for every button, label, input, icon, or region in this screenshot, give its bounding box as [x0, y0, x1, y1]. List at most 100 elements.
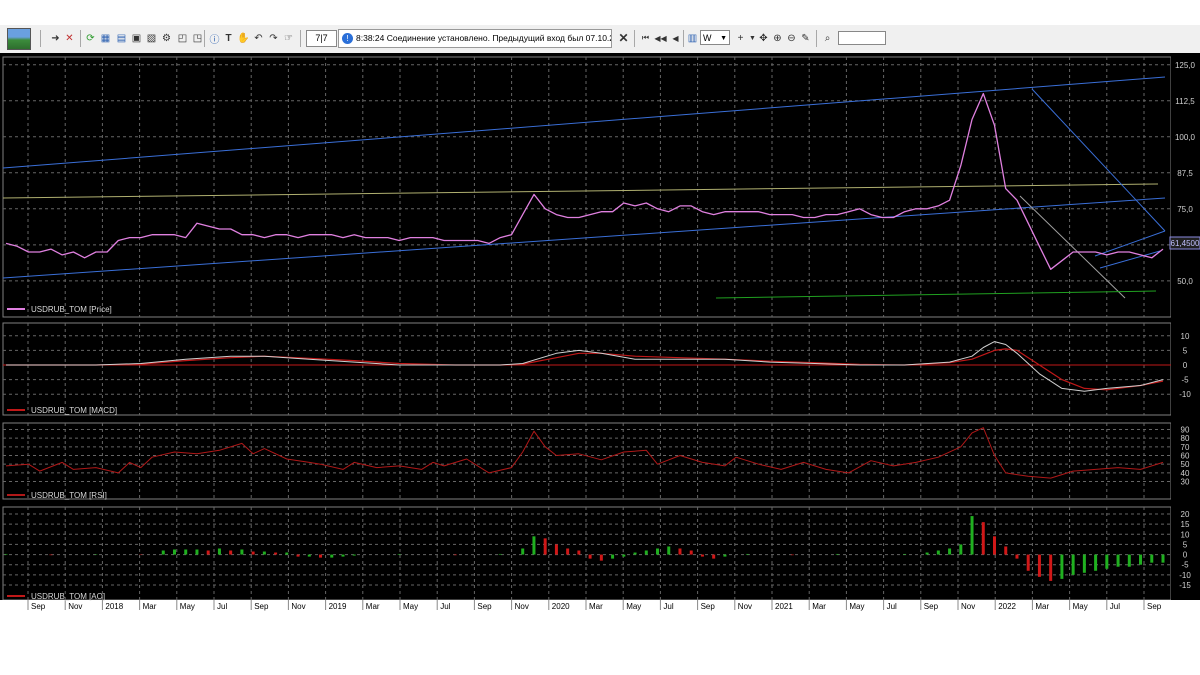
chart-window-icon[interactable]: ▤: [115, 31, 128, 45]
y-tick-label: 5: [1183, 346, 1188, 355]
rsi-legend: USDRUB_TOM [RSI]: [31, 491, 107, 500]
info-icon[interactable]: ⓘ: [208, 31, 221, 46]
upper-channel-line[interactable]: [2, 76, 1166, 169]
time-label: Nov: [738, 602, 752, 611]
export-icon[interactable]: ▧: [145, 31, 158, 45]
timeframe-select[interactable]: W ▼: [700, 30, 730, 45]
y-tick-label: 60: [1181, 452, 1190, 461]
alerts-icon[interactable]: ◰: [176, 31, 189, 45]
close-x-icon[interactable]: ✕: [617, 31, 630, 45]
rsi-pane-frame: [2, 422, 1172, 500]
arrow-icon[interactable]: ➜: [49, 31, 62, 45]
rsi-line[interactable]: [5, 427, 1164, 479]
pencil-icon[interactable]: ✎: [799, 31, 812, 45]
y-tick-label: 87,5: [1177, 169, 1193, 178]
time-label: May: [1073, 602, 1088, 611]
undo-icon[interactable]: ↶: [252, 31, 265, 45]
cursor-icon[interactable]: ☞: [282, 31, 295, 45]
y-tick-label: 50,0: [1177, 277, 1193, 286]
ao-legend: USDRUB_TOM [AO]: [31, 592, 105, 601]
time-label: Jul: [217, 602, 227, 611]
time-label: 2019: [329, 602, 347, 611]
time-label: Nov: [68, 602, 82, 611]
time-label: Sep: [701, 602, 716, 611]
time-label: Sep: [477, 602, 492, 611]
y-tick-label: 40: [1181, 469, 1190, 478]
time-label: Sep: [31, 602, 46, 611]
y-tick-label: 80: [1181, 434, 1190, 443]
y-tick-label: 10: [1181, 530, 1190, 539]
green-support-line[interactable]: [715, 290, 1157, 299]
time-label: Sep: [924, 602, 939, 611]
descending-trend-line[interactable]: [1031, 88, 1166, 232]
y-tick-label: 100,0: [1175, 133, 1196, 142]
y-tick-label: -5: [1181, 561, 1189, 570]
time-label: Sep: [1147, 602, 1162, 611]
print-icon[interactable]: ▣: [130, 31, 143, 45]
y-axes: 125,0112,5100,087,575,062,550,01050-5-10…: [1171, 53, 1200, 613]
settings-icon[interactable]: ⚙: [160, 31, 173, 45]
hand-icon[interactable]: ✋: [237, 31, 250, 45]
rewind-icon[interactable]: ⏮: [639, 31, 652, 45]
price-pane-frame: [2, 56, 1172, 318]
time-label: 2018: [105, 602, 123, 611]
order-icon[interactable]: ◳: [191, 31, 204, 45]
time-label: Mar: [366, 602, 380, 611]
macd-series[interactable]: [3, 341, 1171, 392]
time-label: Mar: [143, 602, 157, 611]
table-icon[interactable]: ▦: [99, 31, 112, 45]
timeframe-value: W: [703, 33, 712, 43]
time-label: Nov: [291, 602, 305, 611]
move-icon[interactable]: ✥: [757, 31, 770, 45]
refresh-icon[interactable]: ⟳: [84, 31, 97, 45]
y-tick-label: -15: [1179, 581, 1191, 590]
time-label: Jul: [663, 602, 673, 611]
y-tick-label: -5: [1181, 376, 1189, 385]
toolbar-separator: [634, 30, 635, 47]
horizontal-resistance-line[interactable]: [2, 183, 1159, 199]
time-label: 2021: [775, 602, 793, 611]
app-logo[interactable]: [7, 28, 31, 50]
status-info-icon: !: [342, 33, 353, 45]
chart-type-icon[interactable]: ▥: [686, 31, 699, 45]
trend-lines[interactable]: [2, 76, 1166, 299]
redo-icon[interactable]: ↷: [267, 31, 280, 45]
chart-area[interactable]: 125,0112,5100,087,575,062,550,01050-5-10…: [0, 53, 1200, 613]
toolbar-separator: [816, 30, 817, 47]
zoom-out-icon[interactable]: ⊖: [785, 31, 798, 45]
time-label: Mar: [589, 602, 603, 611]
price-legend: USDRUB_TOM [Price]: [31, 305, 112, 314]
macd-line[interactable]: [6, 341, 1164, 392]
time-label: 2020: [552, 602, 570, 611]
short-channel-lower-line[interactable]: [1099, 250, 1161, 269]
y-tick-label: 5: [1183, 540, 1188, 549]
search-icon[interactable]: ⌕: [821, 31, 834, 45]
macd-pane-frame: [2, 322, 1172, 416]
text-tool-icon[interactable]: T: [222, 31, 235, 45]
price-series[interactable]: [5, 92, 1164, 270]
time-label: 2022: [998, 602, 1016, 611]
time-label: Jul: [1110, 602, 1120, 611]
ao-series[interactable]: [4, 516, 1165, 581]
status-dropdown[interactable]: ! 8:38:24 Соединение установлено. Предыду…: [338, 29, 612, 48]
counter-box[interactable]: 7|7: [306, 30, 337, 47]
chart-svg[interactable]: 125,0112,5100,087,575,062,550,01050-5-10…: [0, 53, 1200, 613]
step-icon[interactable]: ◀: [669, 31, 682, 45]
time-label: Jul: [887, 602, 897, 611]
y-tick-label: 20: [1181, 510, 1190, 519]
search-input[interactable]: [838, 31, 886, 45]
time-label: May: [180, 602, 195, 611]
y-tick-label: 10: [1181, 332, 1190, 341]
price-line[interactable]: [5, 92, 1164, 270]
zoom-in-icon[interactable]: ⊕: [771, 31, 784, 45]
back-icon[interactable]: ◀◀: [654, 31, 667, 45]
y-tick-label: 0: [1183, 551, 1188, 560]
macd-signal-line[interactable]: [6, 348, 1164, 391]
gray-trend-line[interactable]: [1019, 195, 1126, 299]
rsi-series[interactable]: [5, 427, 1164, 479]
time-label: Mar: [1035, 602, 1049, 611]
y-tick-label: 0: [1183, 361, 1188, 370]
time-label: Jul: [440, 602, 450, 611]
time-label: Nov: [961, 602, 975, 611]
new-window-icon[interactable]: ✕: [63, 31, 76, 45]
